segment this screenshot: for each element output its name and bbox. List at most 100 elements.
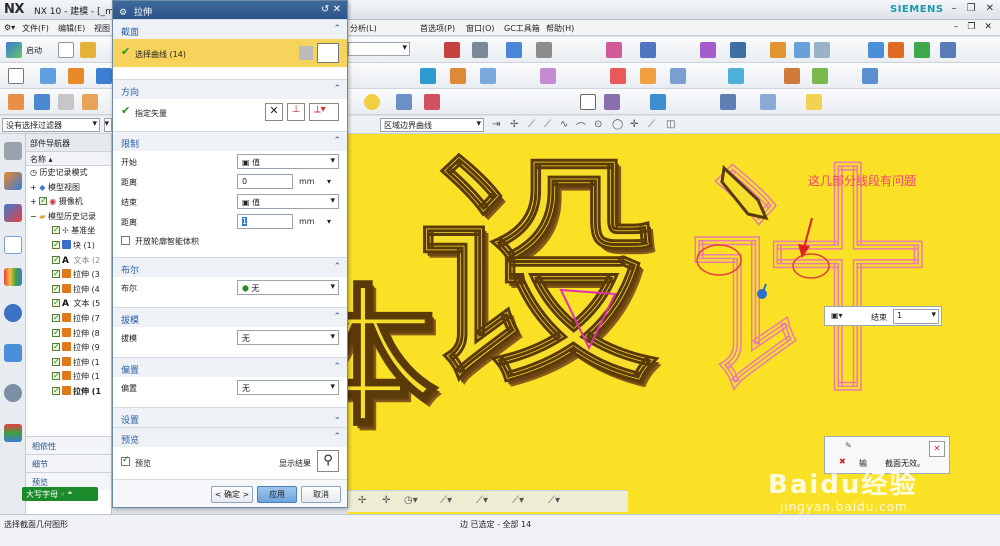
point-icon[interactable] bbox=[82, 94, 98, 110]
tree-item-block[interactable]: 块 (1) bbox=[26, 239, 111, 254]
tree-item-datum[interactable]: ✢ 基准坐 bbox=[26, 224, 111, 239]
draft-select[interactable]: 无 bbox=[237, 330, 339, 345]
tree-item-extrude[interactable]: 拉伸 (7 bbox=[26, 312, 111, 327]
popup-value-input[interactable]: 1 bbox=[893, 309, 939, 324]
cam-icon[interactable] bbox=[868, 42, 884, 58]
assembly-navigator-icon[interactable] bbox=[4, 204, 22, 222]
clock-icon[interactable] bbox=[4, 384, 22, 402]
open-icon[interactable] bbox=[80, 42, 96, 58]
minimize-icon[interactable]: – bbox=[952, 3, 957, 14]
sub-minimize-icon[interactable]: – bbox=[954, 22, 959, 32]
tree-item-extrude[interactable]: 拉伸 (3 bbox=[26, 268, 111, 283]
start-label[interactable]: 启动 bbox=[26, 45, 42, 56]
gear-icon[interactable] bbox=[4, 142, 22, 160]
preview-checkbox[interactable] bbox=[121, 455, 130, 466]
checkbox[interactable] bbox=[52, 327, 60, 340]
split-icon[interactable] bbox=[424, 94, 440, 110]
datum-plane-icon[interactable] bbox=[8, 94, 24, 110]
sketch-icon[interactable] bbox=[8, 68, 24, 84]
curve-rule-select[interactable]: 区域边界曲线 bbox=[380, 118, 484, 132]
navigator-column-name[interactable]: 名称 ▴ bbox=[26, 152, 111, 166]
move-icon[interactable] bbox=[640, 42, 656, 58]
chamfer-icon[interactable] bbox=[812, 68, 828, 84]
hole-icon[interactable] bbox=[420, 68, 436, 84]
checkbox[interactable] bbox=[52, 239, 60, 252]
magnifier-icon[interactable]: ⚲ bbox=[317, 450, 339, 472]
collapse-icon[interactable]: ⌃ bbox=[333, 262, 341, 272]
menu-edit[interactable]: 编辑(E) bbox=[58, 23, 85, 34]
pad-icon[interactable] bbox=[540, 68, 556, 84]
block-icon[interactable] bbox=[96, 68, 112, 84]
dropdown-icon[interactable]: ▾ bbox=[327, 217, 331, 226]
constraint-navigator-icon[interactable] bbox=[4, 236, 22, 254]
roll-icon[interactable] bbox=[806, 94, 822, 110]
expand-icon[interactable]: ⌄ bbox=[333, 412, 341, 422]
revolve-icon[interactable] bbox=[68, 68, 84, 84]
palette-icon[interactable] bbox=[4, 424, 22, 442]
surface-icon[interactable] bbox=[728, 68, 744, 84]
shell-icon[interactable] bbox=[862, 68, 878, 84]
collapse-icon[interactable]: ⌃ bbox=[333, 84, 341, 94]
menu-file[interactable]: 文件(F) bbox=[22, 23, 49, 34]
tree-item-extrude[interactable]: 拉伸 (9 bbox=[26, 341, 111, 356]
panel-dependencies[interactable]: 相依性 bbox=[26, 436, 111, 454]
snap-tangent-icon[interactable]: ⟋▾ bbox=[548, 495, 560, 506]
boss-icon[interactable] bbox=[450, 68, 466, 84]
datum-axis-icon[interactable] bbox=[34, 94, 50, 110]
cube-icon[interactable]: ▣▾ bbox=[831, 311, 843, 320]
snap-control-icon[interactable]: ⟋ bbox=[544, 119, 551, 130]
error-close-icon[interactable]: ✕ bbox=[929, 441, 945, 457]
boolean-select[interactable]: ⬢ 无 bbox=[237, 280, 339, 295]
end-type-select[interactable]: ▣ 值 bbox=[237, 194, 339, 209]
reset-icon[interactable]: ↺ bbox=[321, 4, 329, 15]
snap-curve-icon[interactable]: ⟋▾ bbox=[476, 495, 488, 506]
menu-gc-toolbox[interactable]: GC工具箱 bbox=[504, 23, 540, 34]
intersect-icon[interactable] bbox=[670, 68, 686, 84]
close-icon[interactable]: ✕ bbox=[986, 3, 994, 14]
component-icon[interactable] bbox=[794, 42, 810, 58]
section-header-settings[interactable]: 设置 ⌄ bbox=[113, 407, 347, 427]
collapse-icon[interactable]: ⌃ bbox=[333, 432, 341, 442]
vector-list-icon[interactable]: ⟂▾ bbox=[309, 103, 339, 121]
snap-point-icon[interactable]: ✛ bbox=[630, 119, 638, 130]
tree-item-extrude[interactable]: 拉伸 (1 bbox=[26, 356, 111, 371]
snap-quadrant-icon[interactable]: ⊙ bbox=[594, 119, 602, 130]
close-icon[interactable]: ✕ bbox=[333, 4, 341, 15]
restore-icon[interactable]: ❐ bbox=[967, 3, 976, 14]
layer-icon[interactable] bbox=[606, 42, 622, 58]
sketch-section-icon[interactable] bbox=[299, 46, 313, 60]
section-header-preview[interactable]: 预览 ⌃ bbox=[113, 427, 347, 447]
pin-icon[interactable]: ✎ bbox=[845, 441, 852, 450]
collapse-icon[interactable]: ⌃ bbox=[333, 24, 341, 34]
menu-preferences[interactable]: 首选项(P) bbox=[420, 23, 455, 34]
collapse-icon[interactable]: ⌃ bbox=[333, 136, 341, 146]
sphere-icon[interactable] bbox=[364, 94, 380, 110]
tree-item-model-views[interactable]: + ◆ 模型视图 bbox=[26, 181, 111, 196]
pocket-icon[interactable] bbox=[480, 68, 496, 84]
snap-cross-icon[interactable]: ✛ bbox=[382, 495, 390, 506]
datum-csys-icon[interactable] bbox=[58, 94, 74, 110]
snap-midpoint-icon[interactable]: ⟋ bbox=[528, 119, 535, 130]
tree-item-history-mode[interactable]: ◷ 历史记录模式 bbox=[26, 166, 111, 181]
start-icon[interactable] bbox=[6, 42, 22, 58]
collapse-icon[interactable]: ⌃ bbox=[333, 312, 341, 322]
history-icon[interactable] bbox=[4, 344, 22, 362]
section-header-draft[interactable]: 拔模 ⌃ bbox=[113, 307, 347, 327]
offset-select[interactable]: 无 bbox=[237, 380, 339, 395]
sub-restore-icon[interactable]: ❐ bbox=[967, 22, 975, 32]
gear-icon[interactable]: ⚙ bbox=[119, 8, 127, 18]
trim-icon[interactable] bbox=[396, 94, 412, 110]
end-distance-input[interactable]: 1 bbox=[237, 214, 293, 229]
tree-item-model-history[interactable]: − ▰ 模型历史记录 bbox=[26, 210, 111, 225]
section-header-section[interactable]: 截面 ⌃ bbox=[113, 19, 347, 39]
unite-icon[interactable] bbox=[610, 68, 626, 84]
stop-at-intersection-icon[interactable]: ⇥ bbox=[492, 119, 500, 130]
open-profile-checkbox[interactable] bbox=[121, 236, 130, 245]
tree-item-camera[interactable]: + ◉ 摄像机 bbox=[26, 195, 111, 210]
snap-intersection-icon[interactable]: ∿ bbox=[560, 119, 568, 130]
collapse-icon[interactable]: ⌃ bbox=[333, 362, 341, 372]
vector-handle-icon[interactable] bbox=[752, 282, 772, 302]
curve-select-icon[interactable] bbox=[317, 43, 339, 63]
ime-indicator[interactable]: 大写字母 ◦ ❝ bbox=[22, 487, 98, 501]
drafting-icon[interactable] bbox=[940, 42, 956, 58]
